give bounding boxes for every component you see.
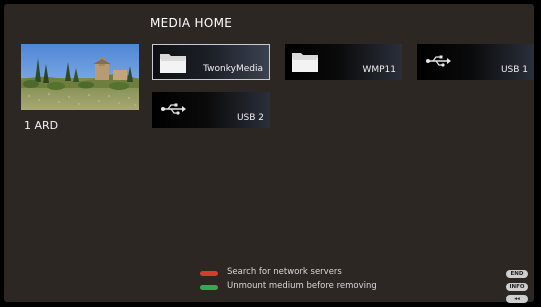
source-tile-wmp11[interactable]: WMP11 bbox=[285, 44, 402, 80]
source-tile-twonkymedia[interactable]: TwonkyMedia bbox=[152, 44, 270, 80]
green-button-icon bbox=[200, 285, 218, 290]
red-key-hint: Search for network servers bbox=[227, 267, 342, 277]
tile-label: USB 1 bbox=[500, 65, 528, 75]
info-key-icon: INFO bbox=[506, 283, 528, 291]
tile-label: TwonkyMedia bbox=[203, 64, 263, 74]
live-tv-preview[interactable] bbox=[21, 44, 139, 110]
tile-label: WMP11 bbox=[362, 65, 396, 75]
source-tile-usb-1[interactable]: USB 1 bbox=[417, 44, 534, 80]
folder-icon bbox=[292, 53, 318, 72]
page-title: MEDIA HOME bbox=[150, 16, 233, 30]
channel-label: 1 ARD bbox=[24, 119, 59, 132]
preview-image bbox=[21, 44, 139, 110]
usb-icon bbox=[161, 103, 186, 115]
media-home-screen: MEDIA HOME 1 ARD TwonkyMedia WMP11 USB 1… bbox=[0, 0, 541, 307]
usb-icon bbox=[426, 55, 451, 67]
end-key-icon: END bbox=[506, 270, 528, 278]
green-key-hint: Unmount medium before removing bbox=[227, 281, 377, 291]
source-tile-usb-2[interactable]: USB 2 bbox=[152, 92, 270, 128]
folder-icon bbox=[160, 54, 186, 73]
red-button-icon bbox=[200, 271, 218, 276]
rewind-key-icon: ◂◂ bbox=[506, 295, 528, 303]
tile-label: USB 2 bbox=[236, 113, 264, 123]
